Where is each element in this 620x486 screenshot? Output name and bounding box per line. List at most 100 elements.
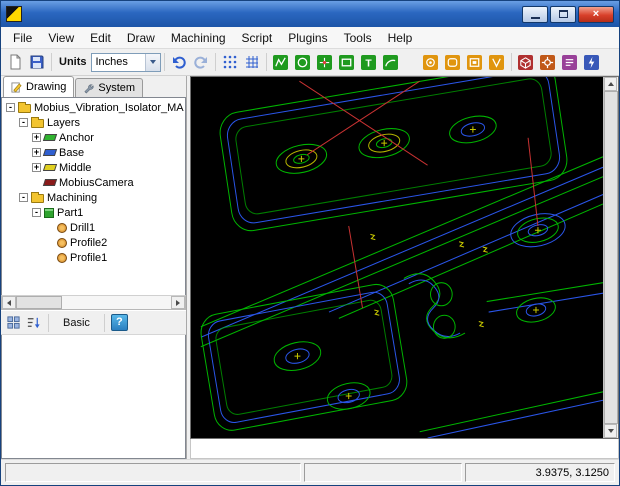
collapse-icon[interactable]: -: [32, 208, 41, 217]
expand-icon[interactable]: +: [32, 133, 41, 142]
units-select[interactable]: Inches: [91, 53, 161, 72]
scroll-left-icon: [7, 300, 11, 306]
collapse-icon[interactable]: -: [19, 118, 28, 127]
tree-item-label: Layers: [47, 117, 80, 129]
menu-draw[interactable]: Draw: [119, 28, 163, 48]
sort-alphabetical-button[interactable]: [25, 314, 42, 331]
units-value: Inches: [92, 56, 145, 68]
scroll-right-icon: [176, 300, 180, 306]
canvas-vertical-scrollbar[interactable]: [603, 77, 618, 438]
part-button[interactable]: [515, 51, 537, 73]
menu-help[interactable]: Help: [380, 28, 421, 48]
drawing-page-icon: [11, 82, 22, 93]
cad-viewport[interactable]: [191, 77, 603, 438]
tree-item-root[interactable]: - Mobius_Vibration_Isolator_MA: [2, 100, 185, 115]
menu-script[interactable]: Script: [234, 28, 281, 48]
grid-snap-button[interactable]: [219, 51, 241, 73]
machine-settings-button[interactable]: [537, 51, 559, 73]
toolbar-separator: [164, 53, 165, 71]
expand-icon[interactable]: +: [32, 148, 41, 157]
scroll-down-icon: [608, 429, 614, 433]
tree-item-middle[interactable]: + Middle: [2, 160, 185, 175]
categorized-view-button[interactable]: [5, 314, 22, 331]
new-file-button[interactable]: [4, 51, 26, 73]
tree-item-label: Profile2: [70, 237, 107, 249]
post-process-button[interactable]: [581, 51, 603, 73]
scroll-left-button[interactable]: [2, 296, 16, 309]
folder-icon: [31, 194, 44, 203]
tree-item-part1[interactable]: - Part1: [2, 205, 185, 220]
menu-edit[interactable]: Edit: [82, 28, 119, 48]
expand-icon[interactable]: +: [32, 163, 41, 172]
redo-button[interactable]: [190, 51, 212, 73]
draw-rect-button[interactable]: [336, 51, 358, 73]
left-panel: Drawing System - Mobius_Vibration_Isolat…: [1, 76, 187, 459]
grid-dots-icon: [222, 54, 238, 70]
draw-polyline-button[interactable]: [270, 51, 292, 73]
menu-machining[interactable]: Machining: [163, 28, 234, 48]
main-area: Drawing System - Mobius_Vibration_Isolat…: [1, 76, 619, 459]
scrollbar-thumb[interactable]: [604, 91, 618, 424]
undo-button[interactable]: [168, 51, 190, 73]
drill-op-icon: [57, 223, 67, 233]
scroll-right-button[interactable]: [171, 296, 185, 309]
menu-file[interactable]: File: [5, 28, 40, 48]
tab-system[interactable]: System: [75, 78, 143, 97]
scroll-down-button[interactable]: [604, 424, 617, 438]
draw-arc-button[interactable]: [380, 51, 402, 73]
grid-view-button[interactable]: [241, 51, 263, 73]
scrollbar-thumb[interactable]: [16, 296, 62, 309]
tree-item-profile1[interactable]: Profile1: [2, 250, 185, 265]
mop-profile-button[interactable]: [442, 51, 464, 73]
toolbar-separator: [104, 314, 105, 332]
minimize-button[interactable]: [522, 6, 548, 23]
undo-icon: [171, 54, 187, 70]
close-button[interactable]: ×: [578, 6, 614, 23]
mop-engrave-button[interactable]: [486, 51, 508, 73]
draw-circle-button[interactable]: [292, 51, 314, 73]
profile-op-icon: [57, 253, 67, 263]
tree-item-machining[interactable]: - Machining: [2, 190, 185, 205]
draw-text-button[interactable]: T: [358, 51, 380, 73]
tree-horizontal-scrollbar[interactable]: [1, 295, 186, 310]
help-button[interactable]: ?: [111, 314, 128, 331]
tree-item-label: Machining: [47, 192, 97, 204]
menu-plugins[interactable]: Plugins: [280, 28, 335, 48]
property-grid[interactable]: [1, 335, 186, 459]
layer-icon: [43, 149, 57, 156]
toolbar-separator: [48, 314, 49, 332]
tree-item-base[interactable]: + Base: [2, 145, 185, 160]
mop-pocket-button[interactable]: [464, 51, 486, 73]
script-button[interactable]: [559, 51, 581, 73]
collapse-icon[interactable]: -: [19, 193, 28, 202]
save-button[interactable]: [26, 51, 48, 73]
menu-view[interactable]: View: [40, 28, 82, 48]
rectangle-icon: [339, 55, 354, 70]
tree-item-label: Base: [59, 147, 84, 159]
mop-drill-button[interactable]: [420, 51, 442, 73]
units-label: Units: [59, 56, 87, 68]
tab-drawing[interactable]: Drawing: [3, 76, 74, 97]
scrollbar-track[interactable]: [16, 296, 171, 309]
toolbar-separator: [215, 53, 216, 71]
tree-item-profile2[interactable]: Profile2: [2, 235, 185, 250]
cube-icon: [518, 55, 533, 70]
tree-item-anchor[interactable]: + Anchor: [2, 130, 185, 145]
menu-tools[interactable]: Tools: [336, 28, 380, 48]
draw-point-button[interactable]: [314, 51, 336, 73]
basic-view-button[interactable]: Basic: [55, 315, 98, 331]
folder-icon: [18, 104, 31, 113]
collapse-icon[interactable]: -: [6, 103, 15, 112]
tree-item-drill1[interactable]: Drill1: [2, 220, 185, 235]
tree-item-label: Mobius_Vibration_Isolator_MA: [34, 102, 184, 114]
layer-icon: [43, 134, 57, 141]
tree-item-mobiuscamera[interactable]: MobiusCamera: [2, 175, 185, 190]
tree-item-layers[interactable]: - Layers: [2, 115, 185, 130]
profile-icon: [445, 55, 460, 70]
text-tool-glyph: T: [365, 58, 372, 69]
layer-icon: [43, 179, 57, 186]
tab-system-label: System: [98, 82, 135, 94]
maximize-button[interactable]: [550, 6, 576, 23]
title-bar[interactable]: ×: [1, 1, 619, 27]
scroll-up-button[interactable]: [604, 77, 617, 91]
